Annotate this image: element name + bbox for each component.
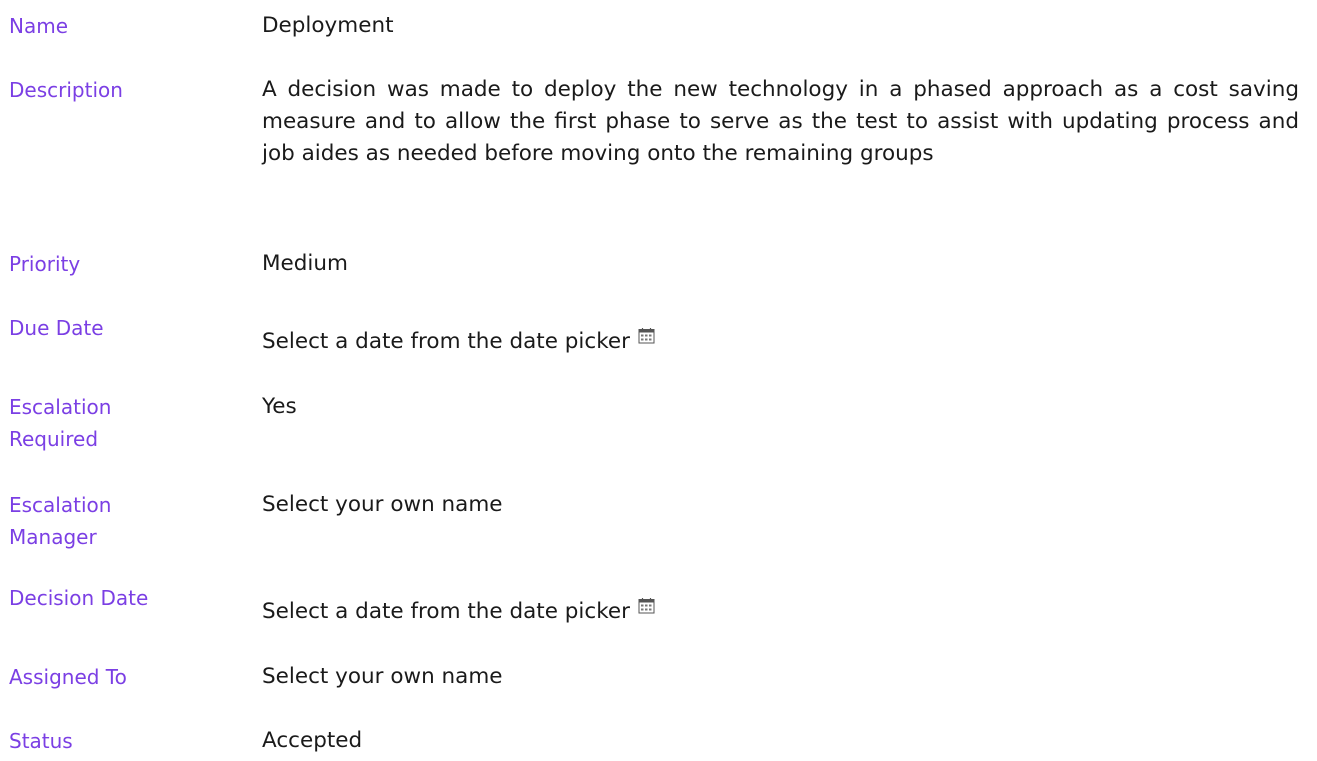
decision-date-placeholder: Select a date from the date picker bbox=[262, 599, 630, 624]
field-row-due-date: Due Date Select a date from the date pic… bbox=[9, 312, 1299, 358]
decision-date-picker[interactable]: Select a date from the date picker bbox=[262, 582, 1299, 628]
field-row-escalation-required: Escalation Required Yes bbox=[9, 391, 1299, 455]
field-label-escalation-manager: Escalation Manager bbox=[9, 489, 262, 553]
due-date-picker[interactable]: Select a date from the date picker bbox=[262, 312, 1299, 358]
field-label-name: Name bbox=[9, 14, 69, 38]
field-value-assigned-to[interactable]: Select your own name bbox=[262, 661, 1299, 693]
field-label-assigned-to: Assigned To bbox=[9, 665, 127, 689]
field-label-status: Status bbox=[9, 729, 73, 753]
field-row-priority: Priority Medium bbox=[9, 248, 1299, 280]
field-row-assigned-to: Assigned To Select your own name bbox=[9, 661, 1299, 693]
field-row-decision-date: Decision Date Select a date from the dat… bbox=[9, 582, 1299, 628]
field-label-description: Description bbox=[9, 78, 123, 102]
field-label-decision-date: Decision Date bbox=[9, 586, 149, 610]
field-value-name[interactable]: Deployment bbox=[262, 10, 1299, 42]
field-label-escalation-required-line2: Required bbox=[9, 427, 99, 451]
field-label-escalation-manager-line1: Escalation bbox=[9, 493, 112, 517]
due-date-placeholder: Select a date from the date picker bbox=[262, 329, 630, 354]
calendar-icon[interactable] bbox=[638, 592, 655, 614]
field-label-due-date: Due Date bbox=[9, 316, 104, 340]
field-value-status[interactable]: Accepted bbox=[262, 725, 1299, 757]
field-label-escalation-required-line1: Escalation bbox=[9, 395, 112, 419]
field-value-priority[interactable]: Medium bbox=[262, 248, 1299, 280]
field-value-escalation-manager[interactable]: Select your own name bbox=[262, 489, 1299, 521]
field-row-description: Description A decision was made to deplo… bbox=[9, 74, 1299, 170]
field-value-description[interactable]: A decision was made to deploy the new te… bbox=[262, 74, 1299, 170]
field-value-escalation-required[interactable]: Yes bbox=[262, 391, 1299, 423]
calendar-icon[interactable] bbox=[638, 322, 655, 344]
field-label-escalation-manager-line2: Manager bbox=[9, 525, 97, 549]
field-row-status: Status Accepted bbox=[9, 725, 1299, 757]
field-label-priority: Priority bbox=[9, 252, 81, 276]
field-row-escalation-manager: Escalation Manager Select your own name bbox=[9, 489, 1299, 553]
field-row-name: Name Deployment bbox=[9, 10, 1299, 42]
field-label-escalation-required: Escalation Required bbox=[9, 391, 262, 455]
